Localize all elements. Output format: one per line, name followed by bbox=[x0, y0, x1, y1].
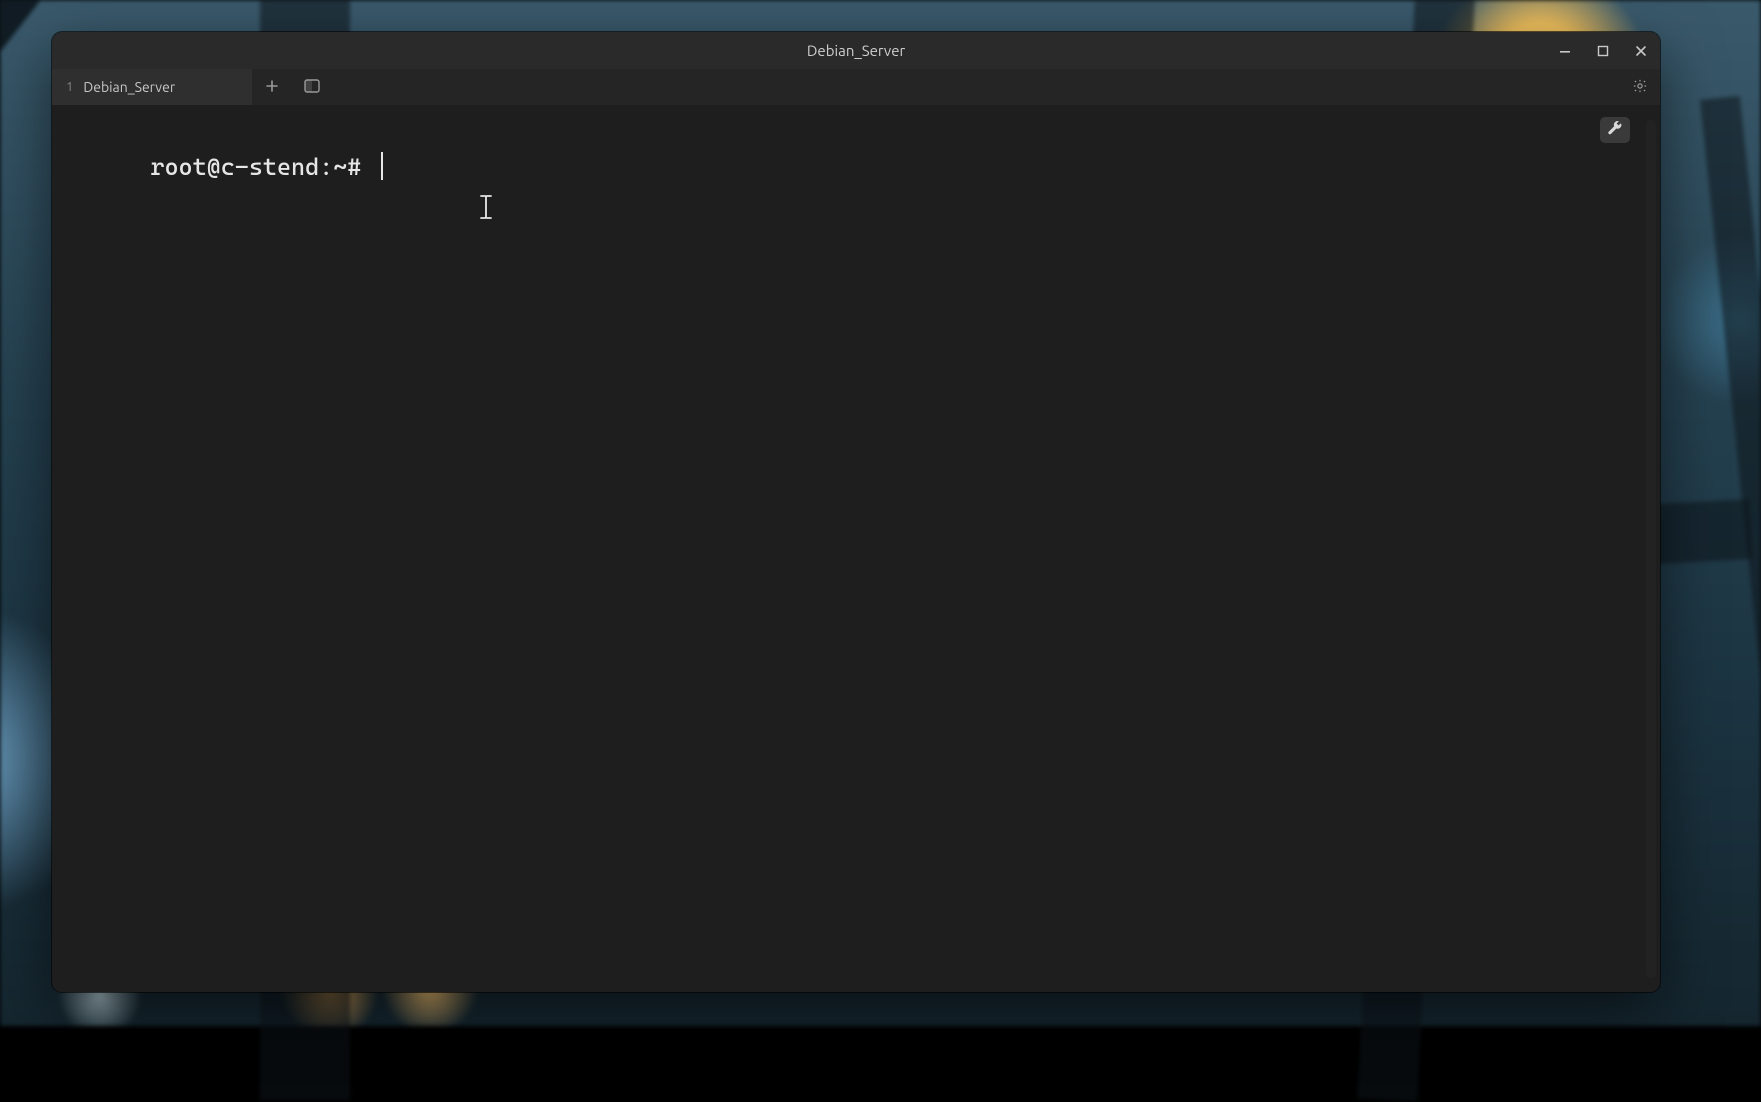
close-button[interactable] bbox=[1622, 32, 1660, 69]
new-tab-button[interactable] bbox=[252, 69, 292, 105]
text-cursor bbox=[381, 152, 383, 180]
gear-icon bbox=[1632, 78, 1648, 97]
scrollbar[interactable] bbox=[1646, 119, 1656, 978]
minimize-icon bbox=[1559, 45, 1571, 57]
tab-debian-server[interactable]: 1 Debian_Server bbox=[52, 69, 252, 105]
terminal-window: Debian_Server 1 Debian_Server bbox=[52, 32, 1660, 992]
minimize-button[interactable] bbox=[1546, 32, 1584, 69]
tab-label: Debian_Server bbox=[83, 79, 175, 95]
plus-icon bbox=[265, 79, 279, 96]
terminal-content[interactable]: root@c-stend:~# bbox=[66, 119, 1646, 978]
terminal-viewport[interactable]: root@c-stend:~# bbox=[52, 105, 1660, 992]
wrench-icon bbox=[1607, 120, 1623, 140]
shell-prompt: root@c-stend:~# bbox=[150, 153, 375, 181]
tab-bar: 1 Debian_Server bbox=[52, 69, 1660, 105]
settings-button[interactable] bbox=[1620, 69, 1660, 105]
split-pane-button[interactable] bbox=[292, 69, 332, 105]
maximize-icon bbox=[1597, 45, 1609, 57]
window-title: Debian_Server bbox=[52, 42, 1660, 59]
window-controls bbox=[1546, 32, 1660, 69]
maximize-button[interactable] bbox=[1584, 32, 1622, 69]
close-icon bbox=[1635, 45, 1647, 57]
tab-index: 1 bbox=[66, 80, 73, 94]
titlebar[interactable]: Debian_Server bbox=[52, 32, 1660, 69]
split-icon bbox=[304, 79, 320, 96]
quick-settings-button[interactable] bbox=[1600, 117, 1630, 143]
